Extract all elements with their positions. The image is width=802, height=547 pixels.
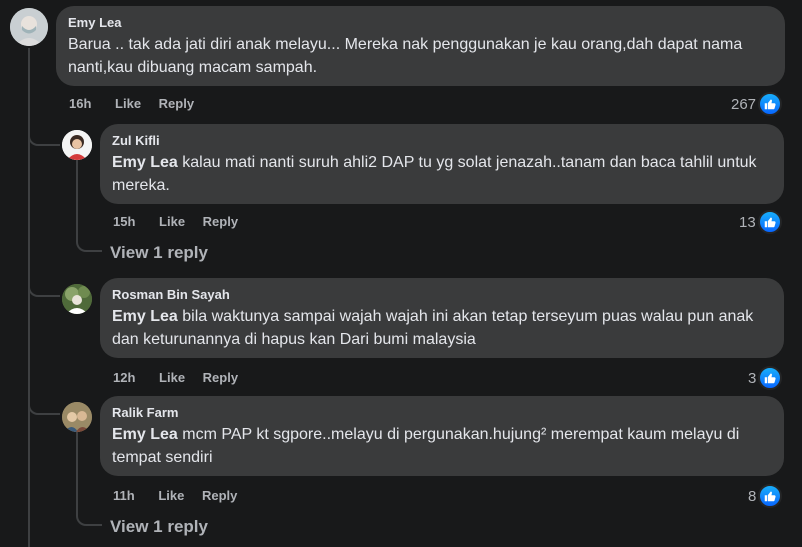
thumbs-up-icon	[757, 210, 782, 234]
thumbs-up-icon	[758, 92, 783, 116]
reply-time[interactable]: 15h	[113, 214, 135, 229]
reaction-summary[interactable]: 8	[748, 484, 783, 508]
mention-link[interactable]: Emy Lea	[112, 154, 178, 171]
avatar[interactable]	[62, 402, 92, 432]
reply-thread-connector	[76, 232, 102, 252]
reply-actions: 11h Like Reply	[113, 488, 251, 503]
reply-bubble: Rosman Bin Sayah Emy Lea bila waktunya s…	[100, 278, 784, 358]
reply-thread-line	[76, 432, 78, 516]
comment-bubble: Emy Lea Barua .. tak ada jati diri anak …	[56, 6, 785, 86]
reply-text: Emy Lea bila waktunya sampai wajah wajah…	[112, 305, 772, 351]
view-replies-link[interactable]: View 1 reply	[110, 243, 208, 263]
reaction-summary[interactable]: 267	[731, 92, 783, 116]
reply-body: bila waktunya sampai wajah wajah ini aka…	[112, 308, 754, 348]
reply-author[interactable]: Ralik Farm	[112, 404, 772, 421]
avatar-image	[62, 402, 92, 432]
reply-bubble: Ralik Farm Emy Lea mcm PAP kt sgpore..me…	[100, 396, 784, 476]
reply-time[interactable]: 11h	[113, 488, 135, 503]
reply-thread-line	[76, 160, 78, 242]
thread-connector	[28, 277, 60, 297]
comment-author[interactable]: Emy Lea	[68, 14, 773, 31]
comment-actions: 16h Like Reply	[69, 96, 208, 111]
avatar-image	[62, 284, 92, 314]
reply-button[interactable]: Reply	[203, 214, 238, 229]
mention-link[interactable]: Emy Lea	[112, 308, 178, 325]
like-button[interactable]: Like	[159, 214, 185, 229]
reply-author[interactable]: Zul Kifli	[112, 132, 772, 149]
avatar-image	[62, 130, 92, 160]
avatar[interactable]	[62, 284, 92, 314]
view-replies-link[interactable]: View 1 reply	[110, 517, 208, 537]
reply-thread-connector	[76, 506, 102, 526]
reply-time[interactable]: 12h	[113, 370, 135, 385]
reply-actions: 15h Like Reply	[113, 214, 252, 229]
reaction-count: 13	[739, 213, 756, 231]
thread-line-main	[28, 48, 30, 547]
like-button[interactable]: Like	[115, 96, 141, 111]
like-button[interactable]: Like	[159, 370, 185, 385]
avatar[interactable]	[62, 130, 92, 160]
like-button[interactable]: Like	[158, 488, 184, 503]
reply-actions: 12h Like Reply	[113, 370, 252, 385]
thread-connector	[28, 124, 60, 146]
comment-time[interactable]: 16h	[69, 96, 91, 111]
reply-button[interactable]: Reply	[203, 370, 238, 385]
reaction-count: 8	[748, 487, 757, 505]
reply-author[interactable]: Rosman Bin Sayah	[112, 286, 772, 303]
thread-connector	[28, 395, 60, 415]
reply-body: kalau mati nanti suruh ahli2 DAP tu yg s…	[112, 154, 757, 194]
reaction-summary[interactable]: 13	[739, 210, 782, 234]
reply-button[interactable]: Reply	[159, 96, 194, 111]
thumbs-up-icon	[758, 366, 783, 390]
avatar[interactable]	[10, 8, 48, 46]
thumbs-up-icon	[758, 484, 783, 508]
comment-text: Barua .. tak ada jati diri anak melayu..…	[68, 36, 743, 76]
reaction-count: 3	[748, 369, 757, 387]
reaction-count: 267	[731, 95, 757, 113]
reply-bubble: Zul Kifli Emy Lea kalau mati nanti suruh…	[100, 124, 784, 204]
reply-text: Emy Lea mcm PAP kt sgpore..melayu di per…	[112, 423, 772, 469]
reply-text: Emy Lea kalau mati nanti suruh ahli2 DAP…	[112, 151, 772, 197]
reply-body: mcm PAP kt sgpore..melayu di pergunakan.…	[112, 426, 740, 466]
reply-button[interactable]: Reply	[202, 488, 237, 503]
reaction-summary[interactable]: 3	[748, 366, 783, 390]
avatar-image	[10, 8, 48, 46]
mention-link[interactable]: Emy Lea	[112, 426, 178, 443]
